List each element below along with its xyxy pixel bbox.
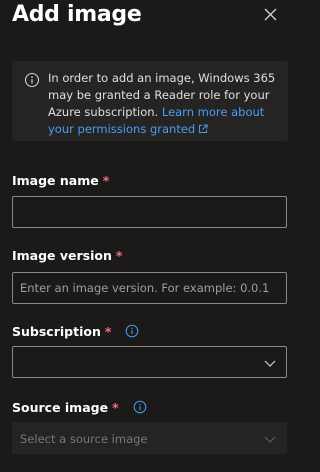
source-image-placeholder: Select a source image [20,432,148,446]
close-button[interactable] [258,2,282,26]
image-version-label: Image version * [12,248,123,263]
image-name-label: Image name * [12,173,110,188]
required-indicator: * [115,248,123,263]
panel-title: Add image [12,2,142,27]
image-name-input[interactable] [12,196,287,228]
info-icon[interactable] [125,324,139,338]
info-icon [24,72,40,88]
add-image-panel: Add image In order to add an image, Wind… [0,0,298,472]
info-icon[interactable] [133,400,147,414]
subscription-label: Subscription * [12,323,139,341]
required-indicator: * [104,324,112,339]
info-message-bar: In order to add an image, Windows 365 ma… [12,61,288,141]
subscription-dropdown[interactable] [12,346,287,378]
required-indicator: * [112,400,119,415]
source-image-dropdown: Select a source image [12,422,287,454]
source-image-label: Source image * [12,399,147,417]
required-indicator: * [102,173,110,188]
close-icon[interactable] [264,8,277,21]
chevron-down-icon [264,436,276,443]
info-message-text: In order to add an image, Windows 365 ma… [48,70,286,138]
image-version-input[interactable] [12,272,287,304]
chevron-down-icon [264,360,276,367]
external-link-icon [199,124,208,133]
